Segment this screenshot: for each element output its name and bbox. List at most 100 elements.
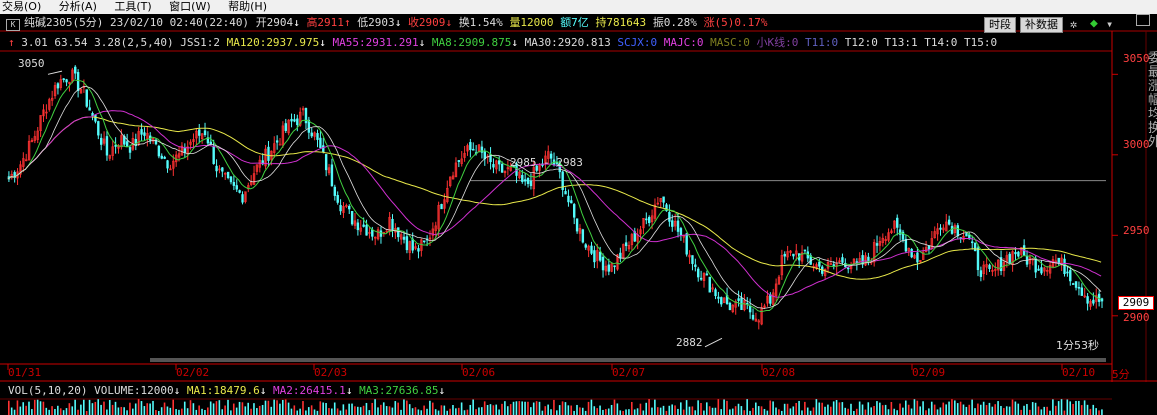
candle-body xyxy=(896,217,899,228)
volume-bar xyxy=(273,399,275,415)
volume-bar xyxy=(36,399,39,415)
volume-bar xyxy=(979,404,982,415)
volume-bar xyxy=(881,405,884,415)
menu-icon[interactable]: ▾ xyxy=(1106,17,1113,31)
volume-bar xyxy=(893,408,896,415)
candle-body xyxy=(267,146,270,161)
volume-bar xyxy=(1000,405,1002,415)
volume-bar xyxy=(420,410,423,415)
volume-bar xyxy=(492,405,495,415)
volume-bar xyxy=(870,407,872,415)
price-tick-2950: 2950 xyxy=(1123,224,1150,237)
volume-bar xyxy=(172,399,174,415)
volume-bar xyxy=(506,406,509,415)
volume-bar xyxy=(610,404,613,415)
volume-bar xyxy=(530,407,532,415)
candle-body xyxy=(593,250,596,263)
volume-bar xyxy=(166,406,169,415)
volume-bar xyxy=(1098,410,1100,415)
candle-body xyxy=(737,298,740,301)
gear-icon[interactable]: ✲ xyxy=(1070,17,1077,31)
volume-bar xyxy=(798,400,800,415)
volume-bar xyxy=(498,409,500,415)
candle-body xyxy=(290,118,293,122)
candle-body xyxy=(56,83,60,89)
volume-bar xyxy=(356,406,359,415)
volume-bar xyxy=(928,408,930,415)
volume-bar xyxy=(88,399,91,415)
volume-bar xyxy=(333,402,336,415)
period-label[interactable]: 5分 xyxy=(1112,366,1130,382)
volume-bar xyxy=(244,406,247,415)
down-arrow-icon: ↓ xyxy=(173,384,181,397)
volume-bar xyxy=(264,400,267,415)
candle-body xyxy=(498,160,501,165)
fill-data-button[interactable]: 补数据 xyxy=(1020,17,1063,33)
volume-bar xyxy=(279,403,281,415)
candle-body xyxy=(671,220,674,227)
candle-body xyxy=(97,121,100,136)
volume-ma2: MA2:26415.1 xyxy=(272,384,346,397)
kline-icon[interactable]: K xyxy=(6,19,20,31)
volume-bar xyxy=(625,409,627,415)
candle-body xyxy=(927,245,931,250)
volume-bar xyxy=(486,405,489,415)
candle-body xyxy=(916,252,919,263)
candle-body xyxy=(350,211,354,225)
volume-bar xyxy=(593,406,596,415)
ma120-line xyxy=(7,116,1102,280)
candle-body xyxy=(62,78,65,81)
volume-bar xyxy=(325,403,327,415)
candle-body xyxy=(567,195,570,203)
candle-body xyxy=(76,72,80,91)
volume-bar xyxy=(769,400,772,415)
candle-body xyxy=(1100,298,1104,302)
volume-bar xyxy=(902,407,904,415)
volume-bar xyxy=(558,405,561,415)
volume-bar xyxy=(351,403,353,415)
volume-bar xyxy=(339,410,342,415)
volume-bar xyxy=(913,399,916,415)
candle-body xyxy=(910,248,913,258)
volume-bar xyxy=(884,404,887,415)
volume-bar xyxy=(195,409,198,415)
volume-bar xyxy=(899,403,901,415)
volume-bar xyxy=(1086,404,1089,415)
volume-bar xyxy=(876,401,878,415)
volume-bar xyxy=(85,410,88,415)
down-arrow-icon: ↓ xyxy=(345,384,353,397)
volume-bar xyxy=(299,408,301,415)
diamond-icon[interactable]: ◆ xyxy=(1090,16,1098,31)
candlestick-chart[interactable] xyxy=(0,0,1157,415)
volume-bar xyxy=(772,401,774,415)
volume-bar xyxy=(743,410,746,415)
candle-body xyxy=(679,228,683,236)
volume-bar xyxy=(137,399,140,415)
volume-bar xyxy=(830,406,832,415)
volume-bar xyxy=(723,399,725,415)
candle-body xyxy=(708,276,711,293)
volume-bar xyxy=(28,401,30,415)
volume-bar xyxy=(576,404,578,415)
volume-bar xyxy=(827,404,829,415)
volume-bar xyxy=(703,410,705,415)
volume-bar xyxy=(391,407,394,415)
volume-bar xyxy=(734,406,737,415)
volume-bar xyxy=(452,405,454,415)
volume-bar xyxy=(8,400,10,415)
candle-body xyxy=(803,249,807,252)
volume-bar xyxy=(763,408,766,415)
volume-bar xyxy=(1101,409,1103,415)
period-button[interactable]: 时段 xyxy=(984,17,1016,33)
candle-body xyxy=(472,148,475,151)
volume-bar xyxy=(440,405,443,415)
indicator-t11: T11:0 xyxy=(804,36,839,49)
volume-bar xyxy=(1008,406,1011,415)
volume-bar xyxy=(293,405,296,415)
volume-bar xyxy=(570,405,573,415)
down-arrow-icon: ↓ xyxy=(445,16,453,29)
window-icon[interactable] xyxy=(1136,14,1150,26)
candle-body xyxy=(1066,271,1069,274)
candle-body xyxy=(575,218,579,232)
candle-body xyxy=(1074,281,1078,288)
